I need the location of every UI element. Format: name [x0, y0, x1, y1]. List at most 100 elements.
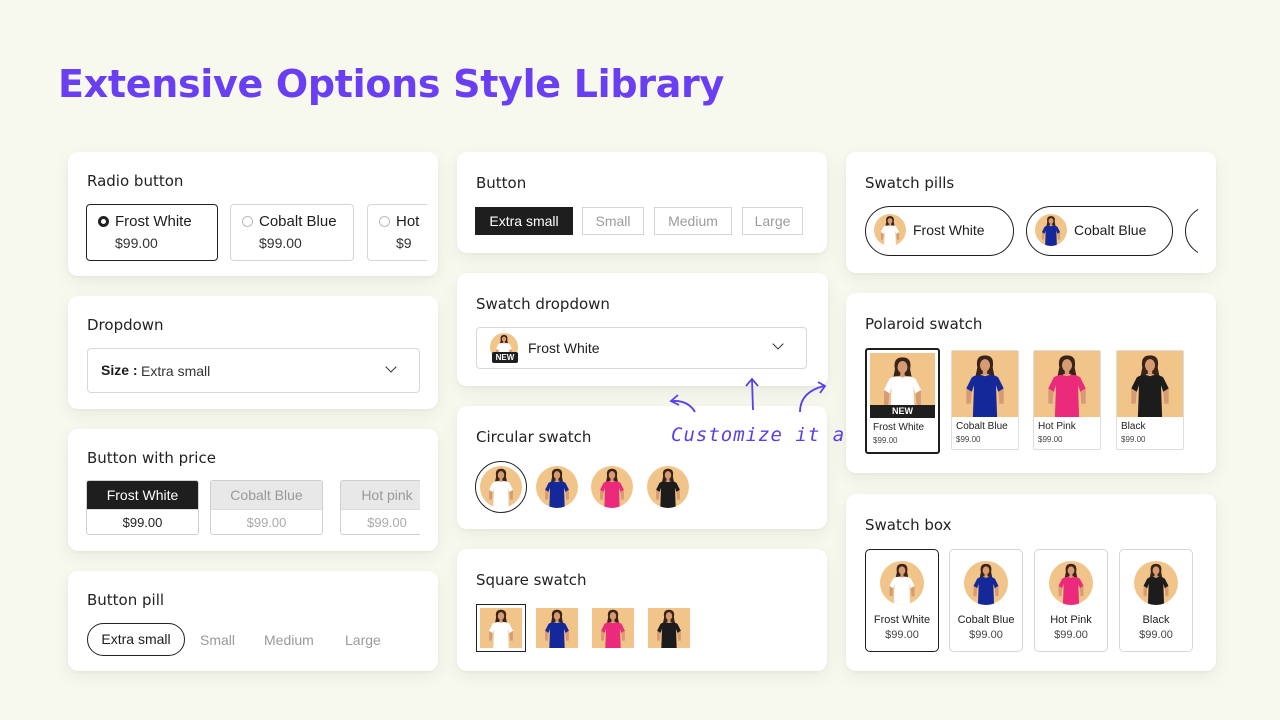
polaroid-name: Frost White — [873, 422, 925, 433]
swatch-thumbnail — [1134, 561, 1178, 605]
swatch-box-frost-white[interactable]: Frost White $99.00 — [865, 549, 939, 652]
polaroid-price: $99.00 — [1038, 435, 1063, 444]
swatch-name: Frost White — [873, 614, 931, 626]
card-title: Swatch box — [865, 516, 952, 534]
square-swatch-card: Square swatch — [457, 549, 827, 671]
option-price: $99.00 — [115, 235, 158, 251]
button-price: $99.00 — [87, 509, 198, 534]
size-button-medium[interactable]: Medium — [654, 207, 732, 235]
dropdown-value: Extra small — [141, 363, 211, 379]
polaroid-price: $99.00 — [956, 435, 981, 444]
swatch-pill-frost-white[interactable]: Frost White — [865, 206, 1014, 256]
circular-swatch-cobalt-blue[interactable] — [536, 466, 578, 508]
swatch-name: Cobalt Blue — [957, 614, 1015, 626]
pill-label: Frost White — [913, 222, 985, 238]
polaroid-black[interactable]: Black $99.00 — [1116, 350, 1184, 450]
circular-swatch-black[interactable] — [647, 466, 689, 508]
swatch-price: $99.00 — [1139, 629, 1173, 641]
price-button-hot-pink[interactable]: Hot pink $99.00 — [340, 480, 420, 535]
button-price: $99.00 — [341, 509, 420, 534]
pill-large[interactable]: Large — [345, 632, 381, 648]
card-clip-edge — [1198, 152, 1216, 273]
new-badge: NEW — [870, 405, 935, 418]
swatch-price: $99.00 — [1054, 629, 1088, 641]
button-pill-card: Button pill Extra small Small Medium Lar… — [68, 571, 438, 671]
swatch-thumbnail — [1035, 214, 1067, 246]
option-name: Frost White — [115, 213, 192, 230]
size-button-large[interactable]: Large — [742, 207, 803, 235]
button-with-price-card: Button with price Frost White $99.00 Cob… — [68, 429, 438, 551]
radio-option-frost-white[interactable]: Frost White $99.00 — [86, 204, 218, 261]
option-price: $99.00 — [259, 235, 302, 251]
customize-annotation: Customize it all — [671, 424, 871, 446]
polaroid-name: Hot Pink — [1038, 421, 1076, 432]
polaroid-price: $99.00 — [873, 436, 898, 445]
circular-swatch-frost-white[interactable] — [480, 466, 522, 508]
pill-small[interactable]: Small — [200, 632, 235, 648]
swatch-price: $99.00 — [969, 629, 1003, 641]
page-title: Extensive Options Style Library — [58, 62, 724, 106]
radio-button-card: Radio button Frost White $99.00 Cobalt B… — [68, 152, 438, 276]
card-title: Circular swatch — [476, 428, 592, 446]
polaroid-image — [1034, 351, 1100, 417]
swatch-thumbnail — [1049, 561, 1093, 605]
polaroid-cobalt-blue[interactable]: Cobalt Blue $99.00 — [951, 350, 1019, 450]
polaroid-swatch-card: Polaroid swatch NEW Frost White $99.00 C… — [846, 293, 1216, 473]
swatch-box-black[interactable]: Black $99.00 — [1119, 549, 1193, 652]
radio-indicator — [98, 216, 109, 227]
polaroid-name: Black — [1121, 421, 1146, 432]
square-swatch-hot-pink[interactable] — [592, 608, 634, 648]
swatch-price: $99.00 — [885, 629, 919, 641]
swatch-dropdown[interactable]: NEW Frost White — [476, 327, 807, 369]
polaroid-name: Cobalt Blue — [956, 421, 1008, 432]
swatch-thumbnail — [880, 561, 924, 605]
swatch-pills-card: Swatch pills Frost White Cobalt Blue — [846, 152, 1216, 273]
square-swatch-cobalt-blue[interactable] — [536, 608, 578, 648]
polaroid-price: $99.00 — [1121, 435, 1146, 444]
price-button-frost-white[interactable]: Frost White $99.00 — [86, 480, 199, 535]
swatch-thumbnail — [874, 214, 906, 246]
new-badge: NEW — [492, 352, 518, 363]
radio-option-hot-pink[interactable]: Hot $9 — [367, 204, 427, 261]
circular-swatch-hot-pink[interactable] — [591, 466, 633, 508]
swatch-box-hot-pink[interactable]: Hot Pink $99.00 — [1034, 549, 1108, 652]
swatch-thumbnail — [964, 561, 1008, 605]
button-label: Cobalt Blue — [211, 481, 322, 509]
swatch-pill-cobalt-blue[interactable]: Cobalt Blue — [1026, 206, 1173, 256]
price-button-cobalt-blue[interactable]: Cobalt Blue $99.00 — [210, 480, 323, 535]
card-title: Swatch pills — [865, 174, 955, 192]
card-title: Button — [476, 174, 527, 192]
button-card: Button Extra small Small Medium Large — [457, 152, 827, 253]
dropdown-value: Frost White — [528, 340, 600, 356]
button-price: $99.00 — [211, 509, 322, 534]
card-title: Square swatch — [476, 571, 587, 589]
radio-indicator — [379, 216, 390, 227]
dropdown-card: Dropdown Size : Extra small — [68, 296, 438, 409]
chevron-down-icon — [385, 361, 397, 373]
pill-extra-small[interactable]: Extra small — [87, 623, 185, 656]
pill-label: Cobalt Blue — [1074, 222, 1147, 238]
square-swatch-black[interactable] — [648, 608, 690, 648]
polaroid-image — [952, 351, 1018, 417]
swatch-box-cobalt-blue[interactable]: Cobalt Blue $99.00 — [949, 549, 1023, 652]
option-price: $9 — [396, 235, 412, 251]
size-button-extra-small[interactable]: Extra small — [475, 207, 573, 235]
pill-medium[interactable]: Medium — [264, 632, 314, 648]
polaroid-frost-white[interactable]: NEW Frost White $99.00 — [865, 348, 940, 454]
card-title: Radio button — [87, 172, 184, 190]
swatch-box-card: Swatch box Frost White $99.00 Cobalt Blu… — [846, 494, 1216, 671]
option-name: Cobalt Blue — [259, 213, 337, 230]
polaroid-image — [1117, 351, 1183, 417]
polaroid-hot-pink[interactable]: Hot Pink $99.00 — [1033, 350, 1101, 450]
radio-option-cobalt-blue[interactable]: Cobalt Blue $99.00 — [230, 204, 354, 261]
square-swatch-frost-white[interactable] — [480, 608, 522, 648]
size-dropdown[interactable]: Size : Extra small — [87, 348, 420, 393]
card-title: Dropdown — [87, 316, 164, 334]
annotation-arrows — [669, 377, 827, 413]
size-button-small[interactable]: Small — [582, 207, 644, 235]
card-title: Swatch dropdown — [476, 295, 610, 313]
swatch-name: Black — [1142, 614, 1170, 626]
swatch-name: Hot Pink — [1050, 614, 1092, 626]
card-title: Button pill — [87, 591, 165, 609]
button-label: Hot pink — [341, 481, 420, 509]
